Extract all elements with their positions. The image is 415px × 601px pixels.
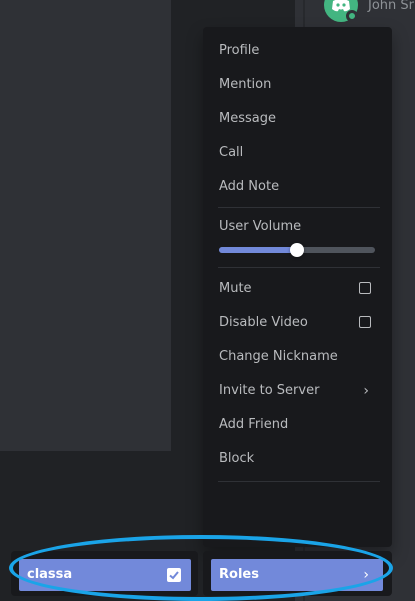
checkmark-icon	[169, 571, 179, 580]
menu-item-label: Call	[219, 145, 244, 160]
volume-slider-fill	[219, 247, 297, 253]
menu-item-label: Change Nickname	[219, 349, 338, 364]
menu-item-call[interactable]: Call	[211, 138, 383, 168]
menu-item-label: Roles	[219, 567, 259, 582]
volume-slider-handle[interactable]	[290, 243, 304, 257]
role-checkbox[interactable]	[167, 568, 181, 582]
app-root: John Sr Profile Mention Message Call Add…	[0, 0, 415, 601]
disable-video-checkbox[interactable]	[359, 316, 371, 328]
role-option-classa[interactable]: classa	[19, 559, 191, 591]
menu-item-disable-video[interactable]: Disable Video	[211, 308, 383, 338]
menu-item-label: Invite to Server	[219, 383, 320, 398]
menu-item-change-nickname[interactable]: Change Nickname	[211, 342, 383, 372]
menu-item-label: Add Friend	[219, 417, 289, 432]
menu-item-mute[interactable]: Mute	[211, 274, 383, 304]
menu-item-label: Profile	[219, 43, 260, 58]
menu-item-label: Message	[219, 111, 276, 126]
online-status-icon	[346, 10, 358, 22]
menu-item-block[interactable]: Block	[211, 444, 383, 474]
menu-item-label: Block	[219, 451, 255, 466]
menu-item-roles[interactable]: Roles ›	[211, 559, 383, 591]
menu-item-label: Disable Video	[219, 315, 308, 330]
member-name: John Sr	[368, 0, 414, 13]
menu-item-label: Mention	[219, 77, 272, 92]
user-volume-label: User Volume	[219, 219, 302, 234]
menu-separator	[218, 267, 380, 268]
chevron-right-icon: ›	[363, 567, 369, 583]
menu-item-label: Add Note	[219, 179, 280, 194]
menu-item-add-note[interactable]: Add Note	[211, 172, 383, 202]
menu-separator	[218, 207, 380, 208]
menu-separator	[218, 481, 380, 482]
mute-checkbox[interactable]	[359, 282, 371, 294]
roles-menu-container: Roles ›	[203, 551, 392, 596]
menu-item-add-friend[interactable]: Add Friend	[211, 410, 383, 440]
chat-panel	[0, 0, 171, 451]
role-selector: classa	[11, 551, 198, 596]
user-volume-slider[interactable]	[219, 243, 375, 257]
chevron-right-icon: ›	[363, 383, 369, 399]
menu-item-mention[interactable]: Mention	[211, 70, 383, 100]
menu-item-label: Mute	[219, 281, 252, 296]
user-context-menu: Profile Mention Message Call Add Note Us…	[203, 27, 392, 547]
menu-item-invite-to-server[interactable]: Invite to Server ›	[211, 376, 383, 406]
menu-item-message[interactable]: Message	[211, 104, 383, 134]
role-name: classa	[27, 567, 73, 582]
member-list-item[interactable]: John Sr	[320, 0, 415, 22]
menu-item-profile[interactable]: Profile	[211, 36, 383, 66]
